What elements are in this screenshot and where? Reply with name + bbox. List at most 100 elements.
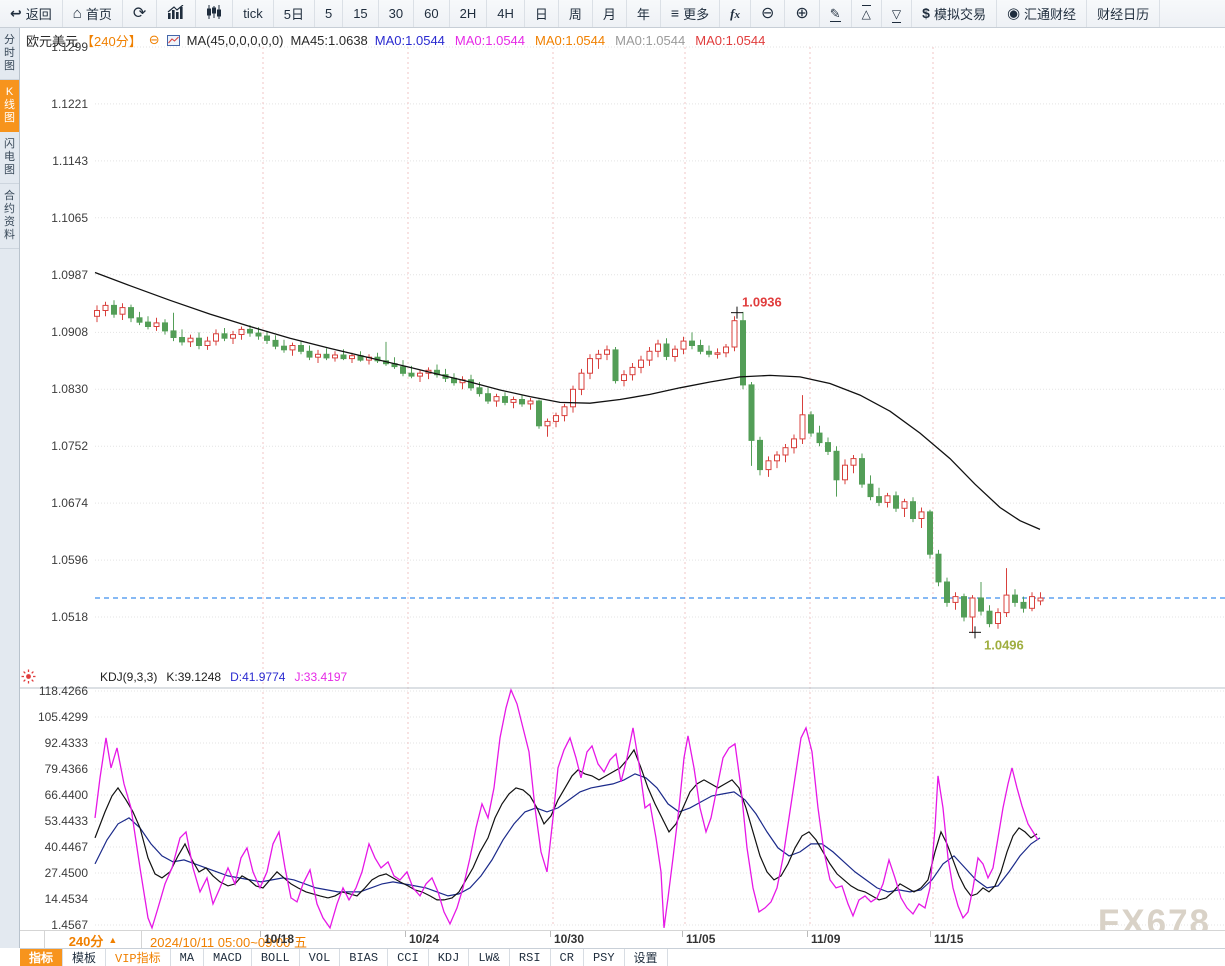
x-axis-date-label: 11/15 — [934, 932, 963, 946]
kdj-axis-tick: 27.4500 — [25, 866, 88, 880]
toolbar-range-5day-button[interactable]: 5日 — [274, 0, 315, 27]
toolbar-huitong-button[interactable]: ◉汇通财经 — [997, 0, 1087, 27]
toolbar-sim-trade-button[interactable]: $模拟交易 — [912, 0, 997, 27]
zoom-out-icon: ⊖ — [761, 6, 774, 22]
tab-kdj[interactable]: KDJ — [429, 949, 470, 966]
x-axis-date-label: 10/30 — [554, 932, 584, 946]
left-sidebar: 分 时 图K 线 图闪 电 图合 约 资 料 — [0, 28, 20, 948]
tab-macd[interactable]: MACD — [204, 949, 252, 966]
toolbar-period-15-button[interactable]: 15 — [343, 0, 378, 27]
x-axis-date-label: 10/24 — [409, 932, 439, 946]
tab-boll[interactable]: BOLL — [252, 949, 300, 966]
tab-rsi[interactable]: RSI — [510, 949, 551, 966]
price-axis-tick: 1.0752 — [25, 439, 88, 453]
price-axis-tick: 1.0518 — [25, 610, 88, 624]
toolbar-refresh-icon[interactable]: ⟳ — [123, 0, 157, 27]
x-axis-date-label: 10/18 — [264, 932, 294, 946]
sidebar-item-kline-chart[interactable]: K 线 图 — [0, 80, 19, 132]
x-axis-tick-mark — [405, 931, 406, 937]
toolbar-period-month-button[interactable]: 月 — [593, 0, 627, 27]
tab-cr[interactable]: CR — [551, 949, 584, 966]
ma0-value-label-4: MA0:1.0544 — [615, 33, 685, 48]
toolbar-period-week-button[interactable]: 周 — [559, 0, 593, 27]
price-axis-tick: 1.0987 — [25, 268, 88, 282]
home-icon: ⌂ — [73, 6, 82, 21]
tab-lw[interactable]: LW& — [469, 949, 510, 966]
toolbar-line-chart-icon[interactable] — [157, 0, 196, 27]
dollar-icon: $ — [922, 6, 930, 21]
sidebar-item-flash-chart[interactable]: 闪 电 图 — [0, 132, 19, 184]
kdj-formula-label: KDJ(9,3,3) — [100, 670, 157, 684]
collapse-panel-icon[interactable]: ⊖ — [149, 32, 160, 48]
toolbar-marker-bottom-icon[interactable]: ▽ — [882, 0, 912, 27]
tab-settings[interactable]: 设置 — [625, 949, 668, 966]
tab-template[interactable]: 模板 — [63, 949, 106, 966]
toolbar-more-button[interactable]: ≡更多 — [661, 0, 720, 27]
sidebar-item-contract-info[interactable]: 合 约 资 料 — [0, 184, 19, 249]
toolbar-period-5-button[interactable]: 5 — [315, 0, 343, 27]
x-axis-date-label: 11/05 — [686, 932, 715, 946]
toolbar-calendar-button[interactable]: 财经日历 — [1087, 0, 1160, 27]
price-axis-tick: 1.1221 — [25, 97, 88, 111]
kdj-axis-tick: 14.4534 — [25, 892, 88, 906]
tab-psy[interactable]: PSY — [584, 949, 625, 966]
toolbar-tick-button[interactable]: tick — [233, 0, 274, 27]
tab-cci[interactable]: CCI — [388, 949, 429, 966]
x-axis-date-label: 11/09 — [811, 932, 840, 946]
ma0-value-label-5: MA0:1.0544 — [695, 33, 765, 48]
symbol-name: 欧元美元 — [26, 31, 78, 50]
tab-bias[interactable]: BIAS — [340, 949, 388, 966]
x-axis-tick-mark — [682, 931, 683, 937]
sidebar-item-timeline-chart[interactable]: 分 时 图 — [0, 28, 19, 80]
price-axis-tick: 1.1065 — [25, 211, 88, 225]
refresh-icon: ⟳ — [133, 6, 146, 22]
x-axis-tick-mark — [930, 931, 931, 937]
toolbar-home-button[interactable]: ⌂首页 — [63, 0, 123, 27]
toolbar-period-2h-button[interactable]: 2H — [450, 0, 488, 27]
period-tag: 【240分】 — [81, 31, 142, 50]
huitong-logo-icon: ◉ — [1007, 6, 1020, 21]
ma-formula-label: MA(45,0,0,0,0,0) — [187, 33, 284, 48]
tab-indicator[interactable]: 指标 — [20, 949, 63, 966]
kdj-settings-icon[interactable] — [21, 669, 36, 689]
toolbar-marker-top-icon[interactable]: △ — [852, 0, 882, 27]
candlestick-icon — [206, 5, 222, 22]
price-axis-tick: 1.0830 — [25, 382, 88, 396]
period-selector-button[interactable]: 240分 ▲ — [44, 931, 142, 949]
price-axis-tick: 1.0674 — [25, 496, 88, 510]
top-toolbar: ↩返回⌂首页 ⟳ tick5日51530602H4H日周月年≡更多fx ⊖ ⊕✎ △ ▽ $模… — [0, 0, 1225, 28]
kdj-indicator-header: KDJ(9,3,3) K:39.1248 D:41.9774 J:33.4197 — [100, 669, 347, 684]
toolbar-period-4h-button[interactable]: 4H — [487, 0, 525, 27]
kdj-axis-tick: 1.4567 — [25, 918, 88, 932]
kdj-axis-tick: 40.4467 — [25, 840, 88, 854]
toolbar-period-year-button[interactable]: 年 — [627, 0, 661, 27]
x-axis-tick-mark — [550, 931, 551, 937]
tab-ma[interactable]: MA — [171, 949, 204, 966]
kdj-axis-tick: 79.4366 — [25, 762, 88, 776]
toolbar-period-60-button[interactable]: 60 — [414, 0, 449, 27]
triangle-up-line-icon: △ — [862, 6, 871, 21]
toolbar-zoom-out-icon[interactable]: ⊖ — [751, 0, 785, 27]
toolbar-back-button[interactable]: ↩返回 — [0, 0, 63, 27]
toolbar-period-30-button[interactable]: 30 — [379, 0, 414, 27]
toolbar-zoom-in-icon[interactable]: ⊕ — [785, 0, 819, 27]
toolbar-period-day-button[interactable]: 日 — [525, 0, 559, 27]
toolbar-candle-chart-icon[interactable] — [196, 0, 233, 27]
ma0-values-group: MA0:1.0544MA0:1.0544MA0:1.0544MA0:1.0544… — [375, 33, 766, 48]
ma0-value-label-3: MA0:1.0544 — [535, 33, 605, 48]
tab-vip-indicator[interactable]: VIP指标 — [106, 949, 171, 966]
price-axis-tick: 1.0908 — [25, 325, 88, 339]
toolbar-draw-icon[interactable]: ✎ — [820, 0, 852, 27]
tab-vol[interactable]: VOL — [300, 949, 341, 966]
price-and-kdj-chart[interactable]: 1.09361.0496 — [20, 28, 1225, 930]
ma45-value-label: MA45:1.0638 — [290, 33, 367, 48]
price-axis-tick: 1.0596 — [25, 553, 88, 567]
triangle-down-line-icon: ▽ — [892, 6, 901, 21]
price-axis-tick: 1.1143 — [25, 154, 88, 168]
toolbar-indicator-fx-icon[interactable]: fx — [720, 0, 751, 27]
kdj-axis-tick: 105.4299 — [25, 710, 88, 724]
main-chart-header: 欧元美元 【240分】 ⊖ MA(45,0,0,0,0,0) MA45:1.06… — [26, 32, 765, 48]
bar-chart-icon — [167, 5, 185, 22]
mini-chart-icon[interactable] — [167, 35, 180, 46]
svg-text:1.0496: 1.0496 — [984, 637, 1024, 652]
